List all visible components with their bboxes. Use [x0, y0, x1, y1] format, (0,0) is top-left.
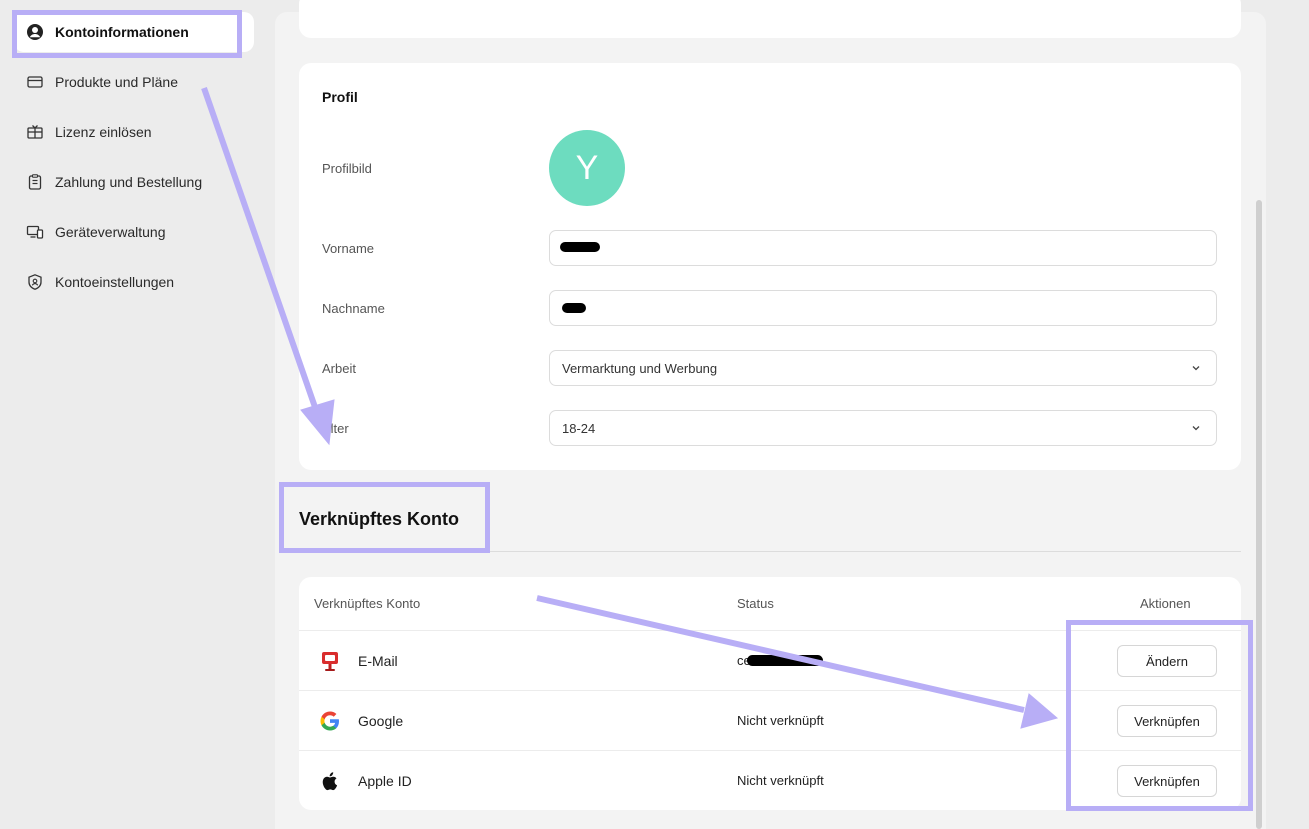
mailbox-icon: [322, 652, 338, 671]
service-name: E-Mail: [358, 653, 398, 669]
redaction-mark: [562, 303, 586, 313]
redaction-mark: [747, 655, 823, 666]
profile-card: Profil Profilbild Y Vorname Nachname Arb…: [299, 63, 1241, 470]
sidebar-item-account-settings[interactable]: Kontoeinstellungen: [14, 262, 254, 302]
shield-icon: [26, 273, 44, 291]
column-header-status: Status: [737, 596, 774, 611]
avatar[interactable]: Y: [549, 130, 625, 206]
link-google-button[interactable]: Verknüpfen: [1117, 705, 1217, 737]
user-circle-icon: [26, 23, 44, 41]
table-row-email: E-Mail ce Ändern: [299, 630, 1241, 690]
profile-title: Profil: [322, 89, 358, 105]
chevron-down-icon: [1192, 366, 1200, 371]
sidebar-item-label: Produkte und Pläne: [55, 74, 178, 90]
job-label: Arbeit: [322, 361, 356, 376]
google-icon: [320, 711, 339, 731]
job-select[interactable]: Vermarktung und Werbung: [549, 350, 1217, 386]
first-name-label: Vorname: [322, 241, 375, 256]
clipboard-icon: [26, 173, 44, 191]
last-name-label: Nachname: [322, 301, 385, 316]
avatar-initial: Y: [575, 148, 599, 187]
table-row-google: Google Nicht verknüpft Verknüpfen: [299, 690, 1241, 750]
sidebar-item-device-management[interactable]: Geräteverwaltung: [14, 212, 254, 252]
top-card: [299, 0, 1241, 38]
apple-icon: [322, 772, 338, 791]
first-name-field[interactable]: [549, 230, 1217, 266]
change-button[interactable]: Ändern: [1117, 645, 1217, 677]
divider: [299, 551, 1241, 552]
devices-icon: [26, 223, 44, 241]
age-select[interactable]: 18-24: [549, 410, 1217, 446]
service-status: Nicht verknüpft: [737, 713, 824, 728]
linked-account-heading: Verknüpftes Konto: [299, 509, 460, 529]
service-name: Google: [358, 713, 404, 729]
sidebar-item-products-plans[interactable]: Produkte und Pläne: [14, 62, 254, 102]
column-header-account: Verknüpftes Konto: [314, 596, 421, 611]
last-name-field[interactable]: [549, 290, 1217, 326]
service-name: Apple ID: [358, 773, 412, 789]
service-status: Nicht verknüpft: [737, 773, 824, 788]
linked-accounts-table: Verknüpftes Konto Status Aktionen E-Mail…: [299, 577, 1241, 810]
scrollbar[interactable]: [1256, 200, 1262, 829]
sidebar: Kontoinformationen Produkte und Pläne Li…: [0, 0, 262, 829]
sidebar-item-label: Lizenz einlösen: [55, 124, 152, 140]
credit-card-icon: [26, 73, 44, 91]
column-header-actions: Aktionen: [1140, 596, 1191, 611]
job-value: Vermarktung und Werbung: [562, 360, 718, 376]
main-panel: Profil Profilbild Y Vorname Nachname Arb…: [275, 0, 1266, 829]
sidebar-item-redeem-license[interactable]: Lizenz einlösen: [14, 112, 254, 152]
age-label: Alter: [322, 421, 349, 436]
sidebar-item-account-info[interactable]: Kontoinformationen: [14, 12, 254, 52]
gift-icon: [26, 123, 44, 141]
sidebar-item-label: Geräteverwaltung: [55, 224, 166, 240]
sidebar-item-label: Kontoeinstellungen: [55, 274, 175, 290]
link-apple-button[interactable]: Verknüpfen: [1117, 765, 1217, 797]
sidebar-item-payment-orders[interactable]: Zahlung und Bestellung: [14, 162, 254, 202]
avatar-label: Profilbild: [322, 161, 372, 176]
redaction-mark: [560, 242, 600, 252]
age-value: 18-24: [562, 420, 596, 436]
sidebar-item-label: Zahlung und Bestellung: [55, 174, 203, 190]
sidebar-item-label: Kontoinformationen: [55, 24, 189, 40]
chevron-down-icon: [1192, 426, 1200, 431]
table-row-apple: Apple ID Nicht verknüpft Verknüpfen: [299, 750, 1241, 810]
